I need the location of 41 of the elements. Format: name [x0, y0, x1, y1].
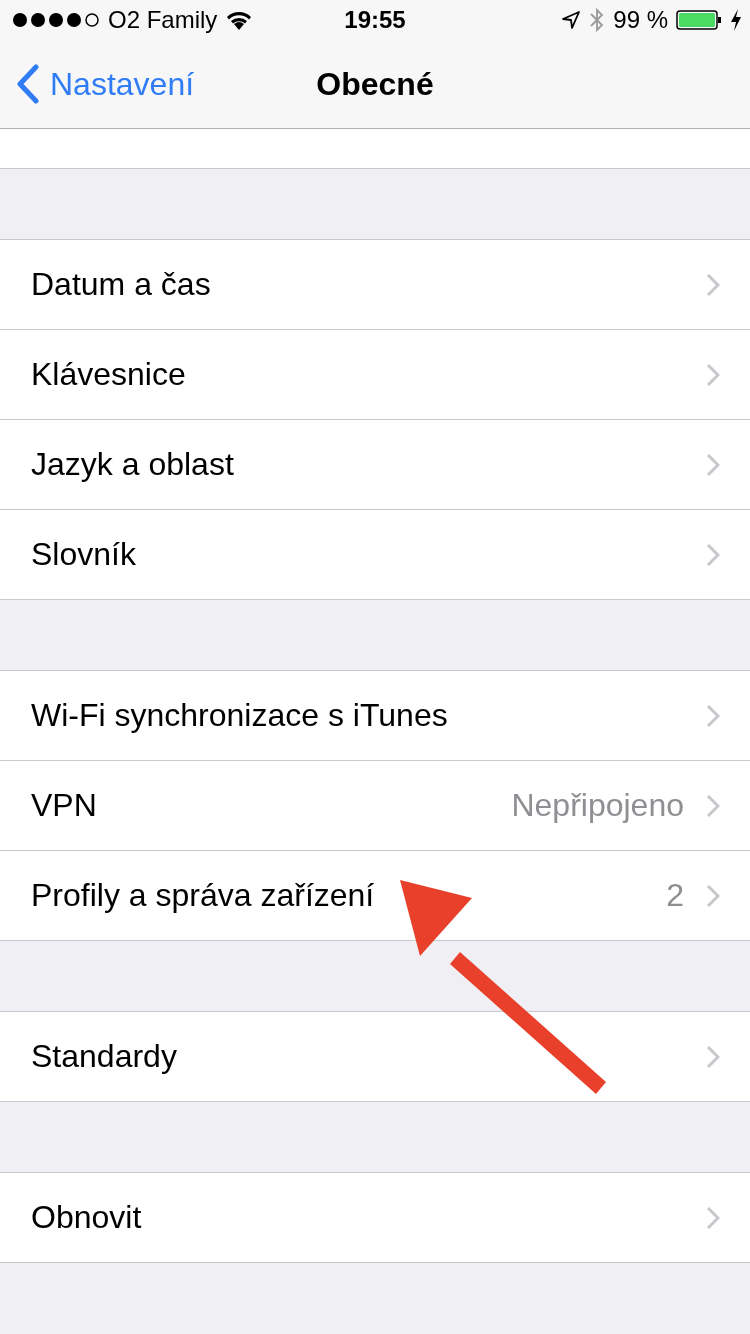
- battery-percentage: 99 %: [613, 6, 668, 34]
- settings-row[interactable]: Profily a správa zařízení 2: [0, 851, 750, 940]
- row-value: Nepřipojeno: [511, 787, 684, 824]
- battery-icon: [676, 10, 722, 30]
- status-time: 19:55: [344, 6, 406, 34]
- settings-row[interactable]: Obnovit: [0, 1173, 750, 1262]
- bluetooth-icon: [589, 7, 606, 33]
- signal-icon: [12, 11, 100, 29]
- chevron-right-icon: [706, 542, 720, 567]
- row-label: Obnovit: [31, 1199, 142, 1236]
- row-label: VPN: [31, 787, 97, 824]
- row-label: Slovník: [31, 536, 136, 573]
- settings-row[interactable]: Wi-Fi synchronizace s iTunes: [0, 671, 750, 761]
- carrier-name: O2 Family: [108, 6, 218, 34]
- chevron-right-icon: [706, 272, 720, 297]
- row-value: 2: [666, 877, 684, 914]
- chevron-right-icon: [706, 1044, 720, 1069]
- screen-title: Obecné: [316, 65, 434, 103]
- chevron-right-icon: [706, 703, 720, 728]
- charging-icon: [730, 9, 742, 31]
- wifi-icon: [225, 9, 254, 31]
- settings-row[interactable]: Klávesnice: [0, 330, 750, 420]
- row-label: Profily a správa zařízení: [31, 877, 375, 914]
- chevron-right-icon: [706, 452, 720, 477]
- row-label: Datum a čas: [31, 266, 211, 303]
- settings-row[interactable]: Slovník: [0, 510, 750, 599]
- settings-row[interactable]: Standardy: [0, 1012, 750, 1101]
- row-label: Klávesnice: [31, 356, 186, 393]
- row-label: Jazyk a oblast: [31, 446, 234, 483]
- chevron-right-icon: [706, 793, 720, 818]
- settings-row[interactable]: Datum a čas: [0, 240, 750, 330]
- row-label: Standardy: [31, 1038, 177, 1075]
- row-label: Wi-Fi synchronizace s iTunes: [31, 697, 448, 734]
- chevron-right-icon: [706, 362, 720, 387]
- chevron-right-icon: [706, 883, 720, 908]
- settings-row[interactable]: VPN Nepřipojeno: [0, 761, 750, 851]
- back-button[interactable]: Nastavení: [0, 64, 195, 104]
- chevron-right-icon: [706, 1205, 720, 1230]
- settings-row[interactable]: Jazyk a oblast: [0, 420, 750, 510]
- chevron-left-icon: [16, 64, 40, 104]
- location-icon: [561, 10, 582, 30]
